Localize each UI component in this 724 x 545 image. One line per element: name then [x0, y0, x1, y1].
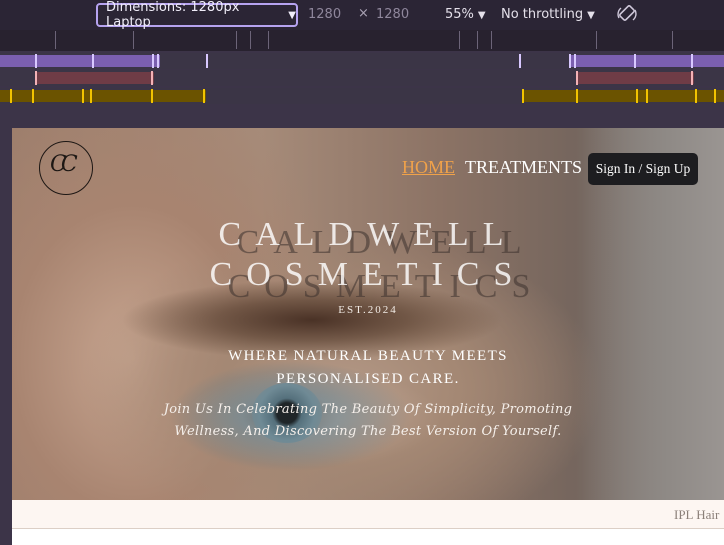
tagline-line-2: PERSONALISED CARE. [276, 371, 460, 387]
brand-subtitle: COSMETICS [209, 256, 527, 293]
nav-treatments-link[interactable]: TREATMENTS [465, 157, 582, 178]
throttling-label: No throttling [501, 7, 584, 22]
zoom-dropdown[interactable]: 55% ▼ [445, 7, 486, 22]
media-query-bar-range[interactable] [0, 70, 724, 86]
brand-logo[interactable]: CC [39, 141, 93, 195]
width-input[interactable]: 1280 [308, 7, 341, 22]
nav-home-link[interactable]: HOME [402, 157, 455, 178]
devtools-toolbar: Dimensions: 1280px Laptop ▼ 1280 × 1280 … [0, 0, 724, 30]
media-query-bar-max[interactable] [0, 53, 724, 69]
media-query-bar-min[interactable] [0, 88, 724, 104]
rotate-icon[interactable] [616, 3, 638, 25]
page-viewport: CC HOME TREATMENTS Sign In / Sign Up CAL… [12, 128, 724, 545]
zoom-label: 55% [445, 7, 474, 22]
page-content [12, 529, 724, 545]
chevron-down-icon: ▼ [477, 10, 486, 21]
chevron-down-icon: ▼ [288, 9, 296, 21]
ticker-item[interactable]: IPL Hair [674, 507, 719, 523]
dimensions-dropdown[interactable]: Dimensions: 1280px Laptop ▼ [96, 0, 298, 30]
sign-in-button[interactable]: Sign In / Sign Up [588, 153, 698, 185]
dimensions-label: Dimensions: 1280px Laptop [106, 0, 240, 30]
established-year: EST.2024 [338, 304, 398, 316]
intro-line-2: Wellness, And Discovering The Best Versi… [174, 424, 562, 439]
height-input[interactable]: 1280 [376, 7, 409, 22]
throttling-dropdown[interactable]: No throttling ▼ [501, 7, 595, 22]
treatments-ticker: IPL Hair [12, 500, 724, 529]
times-symbol: × [358, 6, 369, 21]
device-ruler [0, 30, 724, 51]
intro-line-1: Join Us In Celebrating The Beauty Of Sim… [163, 402, 573, 417]
tagline-line-1: WHERE NATURAL BEAUTY MEETS [228, 348, 508, 364]
chevron-down-icon: ▼ [587, 10, 595, 21]
brand-title: CALDWELL [218, 216, 518, 253]
